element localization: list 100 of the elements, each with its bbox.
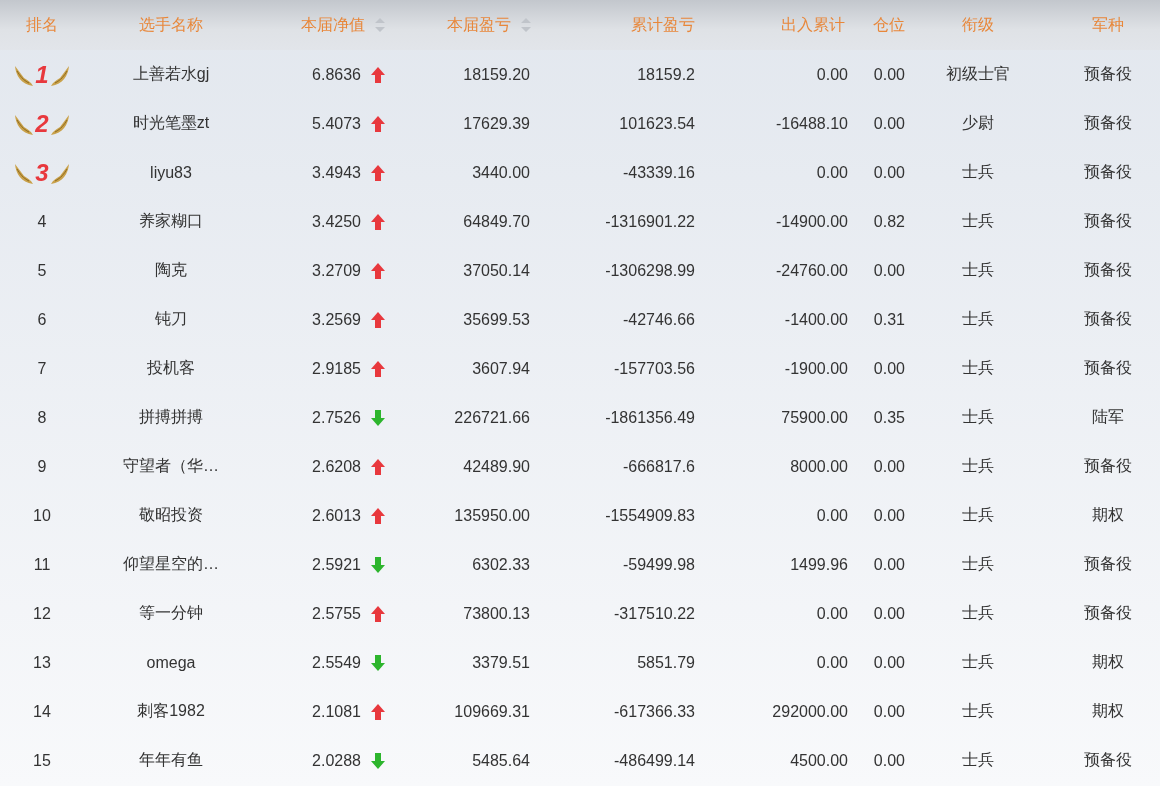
table-cell: 2.6208 xyxy=(312,457,361,476)
player-name: 拼搏拼搏 xyxy=(139,407,203,427)
table-cell: 10 xyxy=(33,506,51,525)
table-cell: 3.2709 xyxy=(312,261,361,280)
table-cell-text: -24760.00 xyxy=(775,261,849,280)
table-cell-text: 0.35 xyxy=(873,408,906,427)
table-cell-text: 1499.96 xyxy=(790,555,849,574)
table-cell-text: 292000.00 xyxy=(772,702,849,721)
table-cell-text: 35699.53 xyxy=(463,310,531,329)
table-cell-text: 士兵 xyxy=(961,603,994,623)
table-cell-text: 0.00 xyxy=(873,359,906,378)
player-name: 钝刀 xyxy=(155,309,187,329)
table-cell-text: -1554909.83 xyxy=(605,506,696,525)
table-cell-text: 37050.14 xyxy=(463,261,531,280)
table-cell-text: 0.00 xyxy=(873,702,906,721)
table-cell-text: 5851.79 xyxy=(637,653,696,672)
table-cell-text: 8000.00 xyxy=(790,457,849,476)
rank-number: 3 xyxy=(35,158,49,187)
table-cell-text: 预备役 xyxy=(1082,554,1132,574)
table-cell-text: 预备役 xyxy=(1082,358,1132,378)
table-cell-text: 0.00 xyxy=(816,604,849,623)
table-cell: 2.6013 xyxy=(312,506,361,525)
player-name: 上善若水gj xyxy=(132,64,210,84)
table-cell-text: 18159.2 xyxy=(637,65,696,84)
table-cell-text: 3607.94 xyxy=(472,359,531,378)
table-cell: 2.5755 xyxy=(312,604,361,623)
table-cell-text: 3440.00 xyxy=(472,163,531,182)
table-cell-text: 0.00 xyxy=(873,653,906,672)
column-header: 军种 xyxy=(1091,14,1124,35)
table-cell-text: -1861356.49 xyxy=(605,408,696,427)
table-cell-text: 4500.00 xyxy=(790,751,849,770)
table-cell-text: 135950.00 xyxy=(454,506,531,525)
table-cell-text: -317510.22 xyxy=(614,604,696,623)
table-cell-text: 0.00 xyxy=(873,457,906,476)
table-cell-text: 士兵 xyxy=(961,358,994,378)
table-cell-text: 士兵 xyxy=(961,750,994,770)
table-cell-text: -1306298.99 xyxy=(605,261,696,280)
table-cell-text: 期权 xyxy=(1090,652,1124,672)
column-header: 衔级 xyxy=(961,14,994,35)
column-header: 累计盈亏 xyxy=(631,14,695,35)
player-name: 刺客1982 xyxy=(137,701,205,721)
table-cell-text: 陆军 xyxy=(1090,407,1124,427)
table-cell-text: 士兵 xyxy=(961,407,994,427)
table-cell-text: 士兵 xyxy=(961,456,994,476)
player-name: 年年有鱼 xyxy=(139,750,203,770)
table-cell-text: 6302.33 xyxy=(472,555,531,574)
table-cell-text: 预备役 xyxy=(1082,750,1132,770)
player-name: 陶克 xyxy=(155,260,187,280)
column-header[interactable]: 本届净值 xyxy=(301,14,385,36)
column-header: 排名 xyxy=(26,14,58,35)
table-cell-text: 226721.66 xyxy=(454,408,531,427)
table-cell-text: 预备役 xyxy=(1082,456,1132,476)
sort-icon[interactable] xyxy=(375,18,385,32)
table-cell-text: 0.00 xyxy=(873,506,906,525)
table-cell-text: 5485.64 xyxy=(472,751,531,770)
player-name: 等一分钟 xyxy=(139,603,203,623)
table-cell-text: 0.00 xyxy=(816,163,849,182)
table-cell: 2.9185 xyxy=(312,359,361,378)
table-cell: 6 xyxy=(37,310,47,329)
table-cell-text: -157703.56 xyxy=(614,359,696,378)
rank-number: 1 xyxy=(35,60,49,89)
table-cell-text: 0.00 xyxy=(873,751,906,770)
table-cell-text: 预备役 xyxy=(1082,113,1132,133)
table-cell-text: -486499.14 xyxy=(614,751,696,770)
column-header: 选手名称 xyxy=(139,14,203,35)
table-cell-text: 士兵 xyxy=(961,652,994,672)
table-cell: 9 xyxy=(37,457,47,476)
table-cell-text: 0.00 xyxy=(816,65,849,84)
table-cell: 2.5921 xyxy=(312,555,361,574)
table-cell: 15 xyxy=(33,751,51,770)
column-header: 仓位 xyxy=(873,14,905,35)
player-name: 时光笔墨zt xyxy=(132,113,210,133)
table-cell-text: 士兵 xyxy=(961,309,994,329)
column-header[interactable]: 本届盈亏 xyxy=(447,14,531,36)
table-cell-text: -14900.00 xyxy=(775,212,849,231)
rank-number: 2 xyxy=(35,109,49,138)
player-name: liyu83 xyxy=(150,163,192,182)
table-cell-text: 期权 xyxy=(1090,701,1124,721)
table-cell-text: 预备役 xyxy=(1082,603,1132,623)
table-cell: 2.5549 xyxy=(312,653,361,672)
table-cell-text: 预备役 xyxy=(1082,260,1132,280)
table-cell-text: -1900.00 xyxy=(784,359,849,378)
table-cell-text: -43339.16 xyxy=(622,163,696,182)
table-cell-text: 75900.00 xyxy=(781,408,849,427)
sort-icon[interactable] xyxy=(521,18,531,32)
table-cell-text: -42746.66 xyxy=(622,310,696,329)
table-cell: 13 xyxy=(33,653,51,672)
table-cell-text: 17629.39 xyxy=(463,114,531,133)
table-cell: 5 xyxy=(37,261,47,280)
table-cell-text: 预备役 xyxy=(1082,64,1132,84)
table-cell: 12 xyxy=(33,604,51,623)
table-cell-text: -16488.10 xyxy=(775,114,849,133)
table-cell-text: -1316901.22 xyxy=(605,212,696,231)
table-cell-text: 士兵 xyxy=(961,701,994,721)
table-cell-text: 0.00 xyxy=(816,506,849,525)
table-cell: 3.2569 xyxy=(312,310,361,329)
player-name: 敬昭投资 xyxy=(139,505,203,525)
table-cell-text: 18159.20 xyxy=(463,65,531,84)
table-cell-text: -617366.33 xyxy=(614,702,696,721)
table-cell: 5.4073 xyxy=(312,114,361,133)
